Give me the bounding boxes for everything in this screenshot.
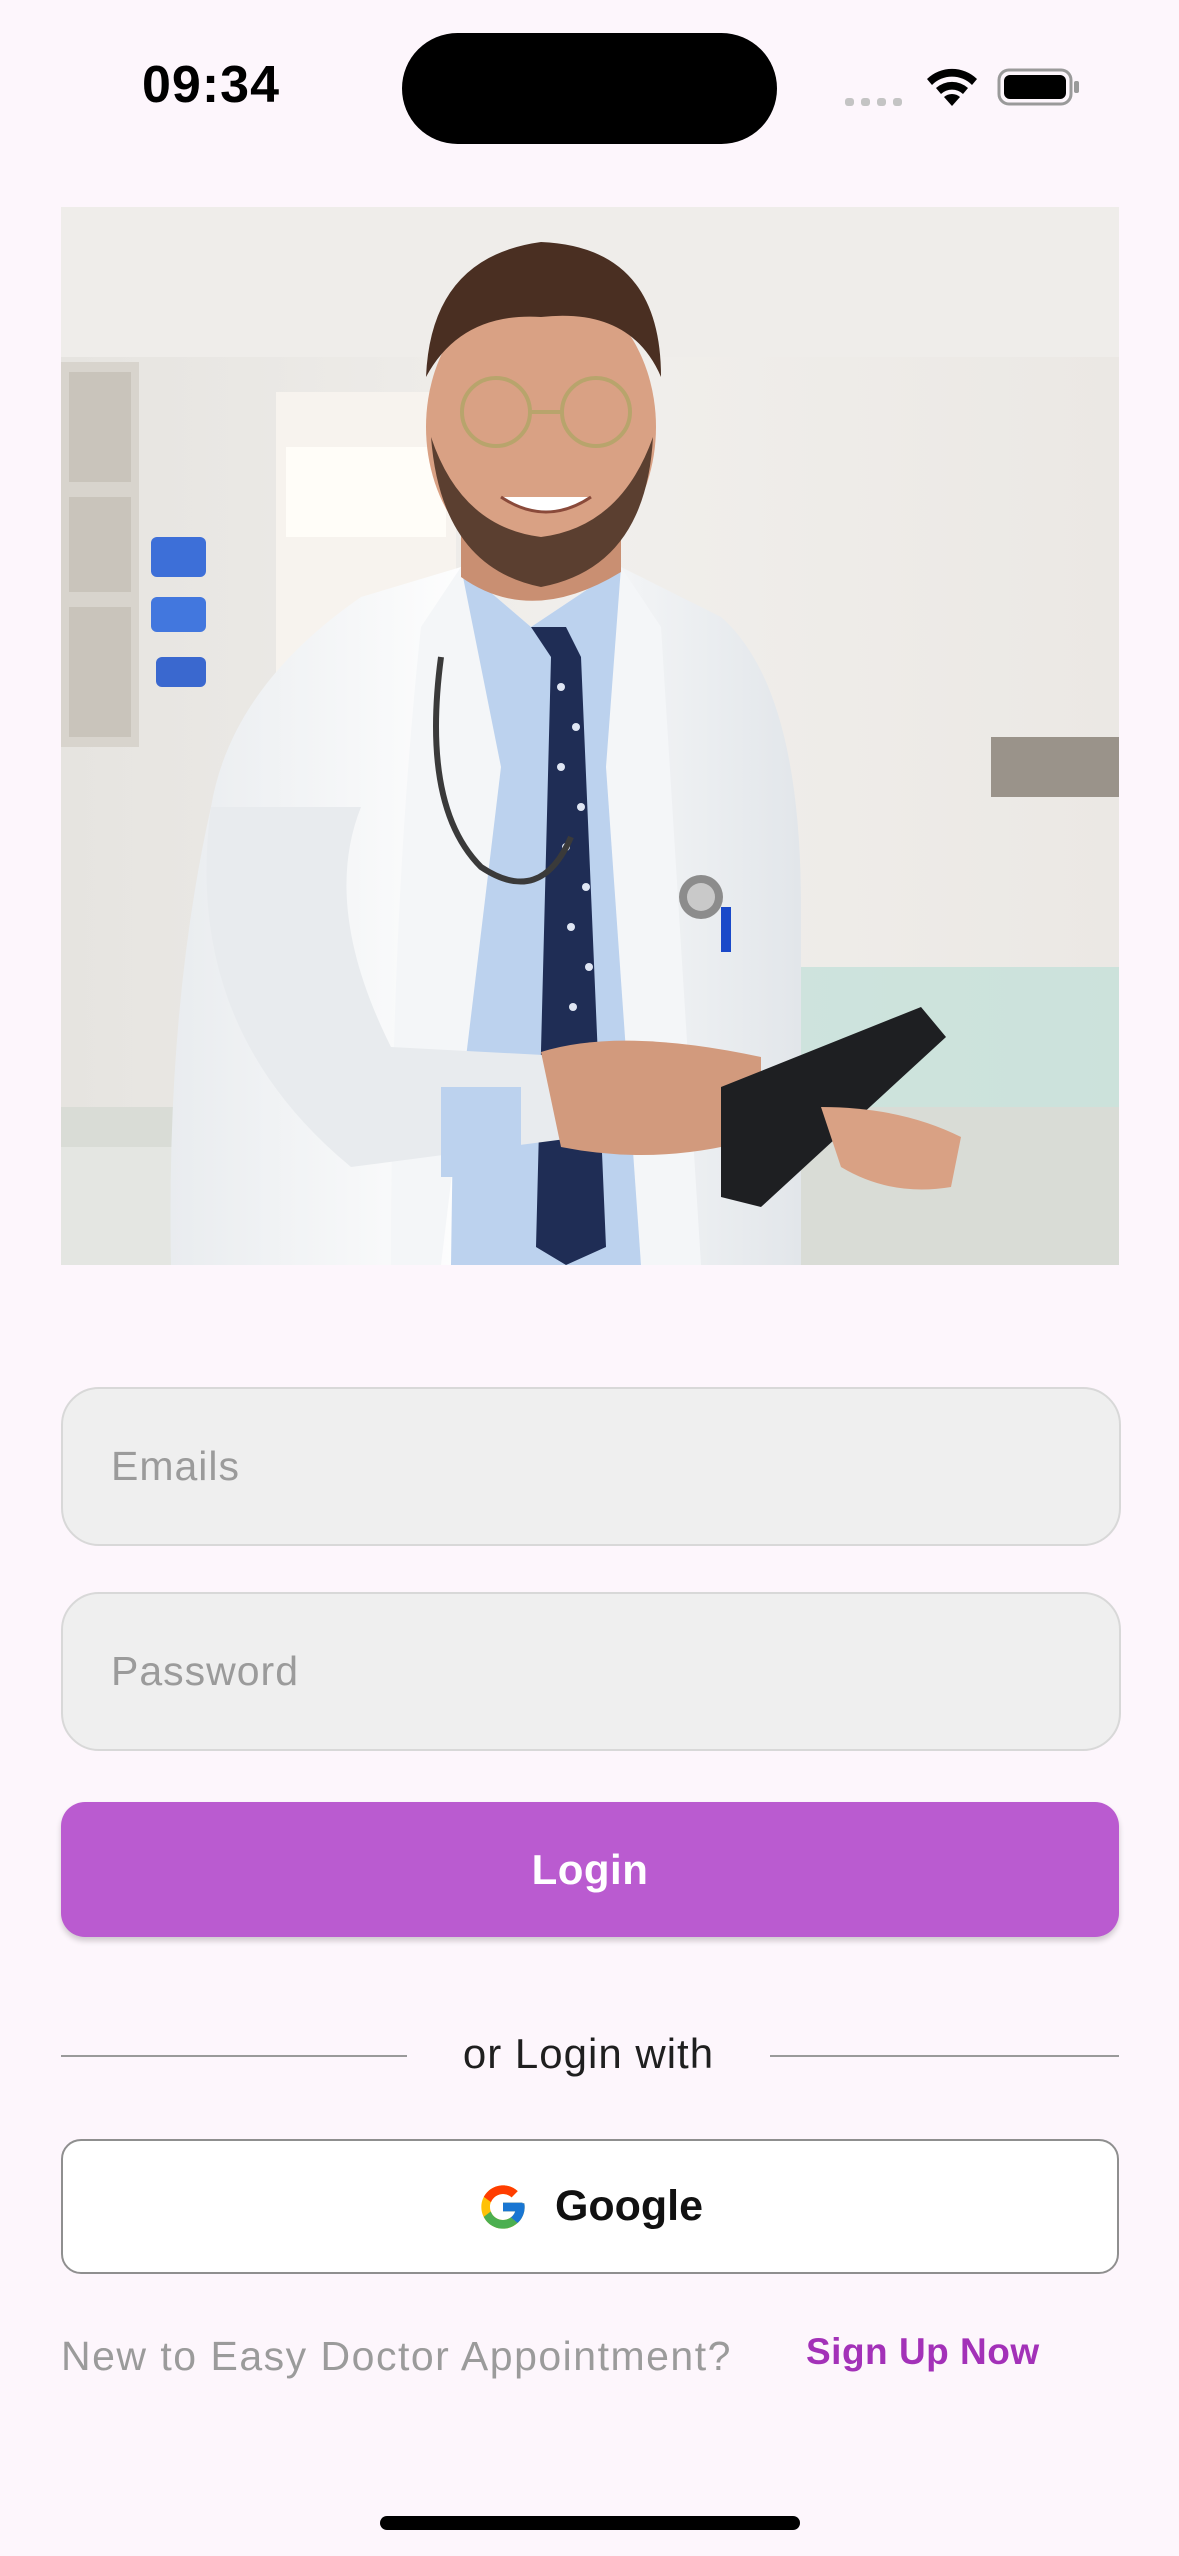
dynamic-island: [402, 33, 777, 144]
login-button-label: Login: [531, 1845, 649, 1893]
divider-text: or Login with: [462, 2030, 715, 2077]
status-time: 09:34: [142, 56, 280, 114]
wifi-icon: [927, 68, 977, 106]
divider-line-right: [770, 2055, 1119, 2057]
email-field-container: [61, 1387, 1121, 1546]
home-indicator[interactable]: [380, 2516, 800, 2530]
battery-icon: [997, 68, 1079, 106]
divider-line-left: [61, 2055, 407, 2057]
password-field-container: [61, 1592, 1121, 1751]
email-field[interactable]: [63, 1389, 1119, 1544]
login-button[interactable]: Login: [61, 1802, 1119, 1937]
cellular-signal-icon: [845, 98, 902, 106]
google-g-icon: [477, 2181, 529, 2233]
password-field[interactable]: [63, 1594, 1119, 1749]
google-login-button[interactable]: Google: [61, 2139, 1119, 2274]
signup-prompt: New to Easy Doctor Appointment?: [61, 2333, 732, 2379]
sign-up-link[interactable]: Sign Up Now: [806, 2331, 1040, 2373]
google-button-label: Google: [554, 2182, 704, 2230]
doctor-photo: [61, 207, 1119, 1265]
login-screen: 09:34 Emails Login or Login with Google …: [0, 0, 1179, 2556]
